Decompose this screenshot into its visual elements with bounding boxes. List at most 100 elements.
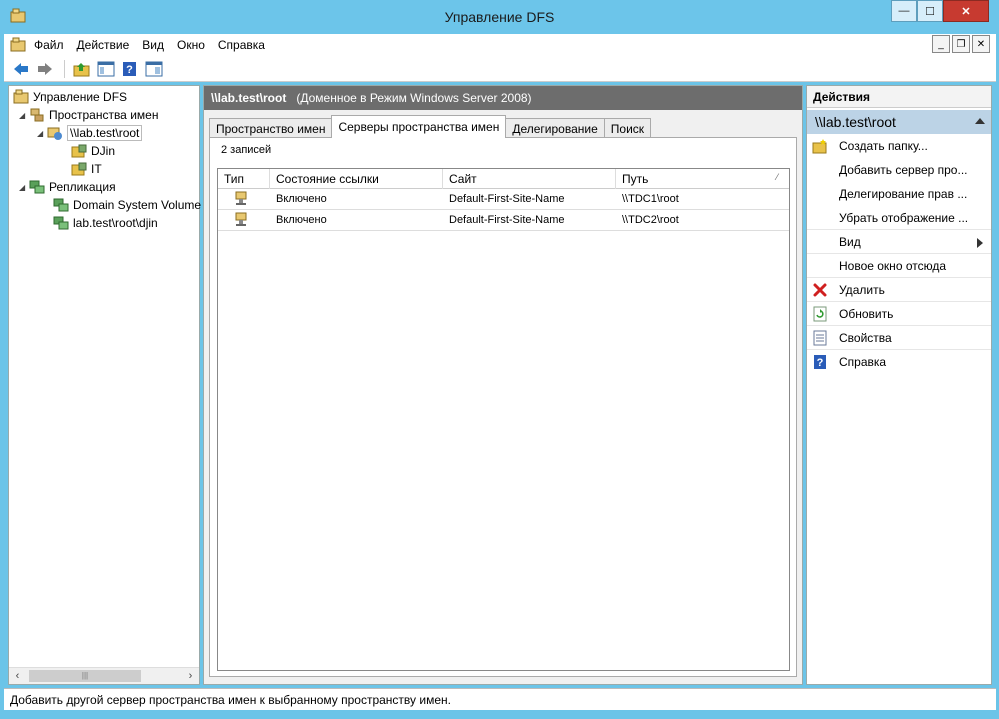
menu-window[interactable]: Окно <box>177 38 205 52</box>
close-icon: ✕ <box>961 5 971 18</box>
mdi-close-button[interactable]: ✕ <box>972 35 990 53</box>
table-row[interactable]: Включено Default-First-Site-Name \\TDC1\… <box>218 189 789 210</box>
tree-label: Пространства имен <box>49 108 159 122</box>
column-header-site[interactable]: Сайт <box>443 169 616 189</box>
column-header-status[interactable]: Состояние ссылки <box>270 169 443 189</box>
action-label: Обновить <box>839 306 894 321</box>
tree-label: lab.test\root\djin <box>73 216 158 230</box>
column-header-path[interactable]: Путь ⁄ <box>616 169 788 189</box>
scroll-thumb[interactable]: ||| <box>29 670 141 682</box>
scroll-left-button[interactable]: ‹ <box>9 668 26 684</box>
help-icon: ? <box>123 61 136 76</box>
cell-site: Default-First-Site-Name <box>449 193 565 205</box>
menu-view[interactable]: Вид <box>142 38 164 52</box>
action-new-window[interactable]: Новое окно отсюда <box>807 254 991 278</box>
actions-section-label: \\lab.test\root <box>815 114 896 130</box>
close-button[interactable]: ✕ <box>943 0 989 22</box>
submenu-arrow-icon <box>977 238 983 248</box>
menu-bar: Файл Действие Вид Окно Справка _ ❐ ✕ <box>4 34 996 56</box>
maximize-icon: ☐ <box>925 5 935 18</box>
forward-button[interactable] <box>34 58 56 80</box>
cell-path: \\TDC2\root <box>622 214 679 226</box>
console-tree: Управление DFS ◢ Пространства имен ◢ \\l… <box>8 85 201 685</box>
tree-item-folder-it[interactable]: IT <box>71 160 102 178</box>
tree-item-replication-djin[interactable]: lab.test\root\djin <box>53 214 158 232</box>
toolbar: ? <box>4 56 996 82</box>
help-icon: ? <box>811 353 829 371</box>
collapse-arrow-icon[interactable]: ◢ <box>37 129 47 138</box>
blank-icon <box>811 233 829 251</box>
toolbar-separator <box>64 59 65 78</box>
action-view[interactable]: Вид <box>807 230 991 254</box>
action-label: Справка <box>839 355 887 369</box>
tab-namespace-servers[interactable]: Серверы пространства имен <box>331 115 507 138</box>
tree-label: Управление DFS <box>33 90 128 104</box>
action-remove-display[interactable]: Убрать отображение ... <box>807 206 991 230</box>
tree-item-namespaces[interactable]: ◢ Пространства имен <box>19 106 158 124</box>
back-button[interactable] <box>10 58 32 80</box>
replication-icon <box>29 180 45 194</box>
scroll-right-button[interactable]: › <box>182 668 199 684</box>
tree-item-folder-djin[interactable]: DJin <box>71 142 115 160</box>
action-label: Вид <box>839 234 861 249</box>
tree-item-namespace-root[interactable]: ◢ \\lab.test\root <box>37 124 143 142</box>
action-label: Создать папку... <box>839 139 928 153</box>
menu-action[interactable]: Действие <box>77 38 130 52</box>
menu-help[interactable]: Справка <box>218 38 265 52</box>
actions-title: Действия <box>807 86 991 108</box>
properties-icon <box>811 329 829 347</box>
header-path: \\lab.test\root <box>211 91 287 105</box>
action-label: Убрать отображение ... <box>839 210 969 225</box>
action-delegate-permissions[interactable]: Делегирование прав ... <box>807 182 991 206</box>
tab-namespace[interactable]: Пространство имен <box>209 118 333 138</box>
dfs-folder-icon <box>71 144 87 158</box>
show-hide-tree-button[interactable] <box>95 58 117 80</box>
action-properties[interactable]: Свойства <box>807 326 991 350</box>
tree-horizontal-scrollbar[interactable]: ‹ ||| › <box>9 667 199 684</box>
action-refresh[interactable]: Обновить <box>807 302 991 326</box>
table-row[interactable]: Включено Default-First-Site-Name \\TDC2\… <box>218 210 789 231</box>
blank-icon <box>811 161 829 179</box>
svg-text:?: ? <box>817 357 824 369</box>
tree-label: IT <box>91 162 102 176</box>
action-delete[interactable]: Удалить <box>807 278 991 302</box>
dfs-management-icon <box>13 89 29 104</box>
tree-item-domain-system-volume[interactable]: Domain System Volume <box>53 196 201 214</box>
refresh-icon <box>811 305 829 323</box>
mdi-minimize-button[interactable]: _ <box>932 35 950 53</box>
new-folder-icon <box>811 137 829 155</box>
namespace-server-icon <box>235 212 247 226</box>
collapse-arrow-icon[interactable]: ◢ <box>19 183 29 192</box>
collapse-up-icon[interactable] <box>975 118 985 124</box>
action-label: Добавить сервер про... <box>839 163 968 177</box>
up-level-button[interactable] <box>71 58 93 80</box>
action-help[interactable]: ? Справка <box>807 350 991 374</box>
show-hide-actions-button[interactable] <box>143 58 165 80</box>
dfs-folder-icon <box>71 162 87 176</box>
status-text: Добавить другой сервер пространства имен… <box>10 692 451 707</box>
tab-delegation[interactable]: Делегирование <box>505 118 605 138</box>
action-add-namespace-server[interactable]: Добавить сервер про... <box>807 158 991 182</box>
action-new-folder[interactable]: Создать папку... <box>807 134 991 158</box>
actions-section-header[interactable]: \\lab.test\root <box>807 110 991 134</box>
maximize-button[interactable]: ☐ <box>917 0 943 22</box>
mdi-restore-button[interactable]: ❐ <box>952 35 970 53</box>
cell-site: Default-First-Site-Name <box>449 214 565 226</box>
tree-item-replication[interactable]: ◢ Репликация <box>19 178 116 196</box>
collapse-arrow-icon[interactable]: ◢ <box>19 111 29 120</box>
blank-icon <box>811 209 829 227</box>
menu-file[interactable]: Файл <box>34 38 64 52</box>
replication-group-icon <box>53 198 69 212</box>
tab-strip: Пространство имен Серверы пространства и… <box>209 115 652 138</box>
table-header: Тип Состояние ссылки Сайт Путь ⁄ <box>218 169 789 189</box>
title-bar: Управление DFS — ☐ ✕ <box>0 0 999 34</box>
tab-search[interactable]: Поиск <box>603 118 652 138</box>
column-header-type[interactable]: Тип <box>218 169 270 189</box>
folder-up-icon <box>73 62 90 76</box>
menu-app-icon[interactable] <box>10 37 26 53</box>
minimize-button[interactable]: — <box>891 0 917 22</box>
tree-item-dfs-management[interactable]: Управление DFS <box>13 88 127 106</box>
help-button[interactable]: ? <box>119 58 141 80</box>
cell-status: Включено <box>276 214 327 226</box>
namespaces-icon <box>30 108 44 122</box>
